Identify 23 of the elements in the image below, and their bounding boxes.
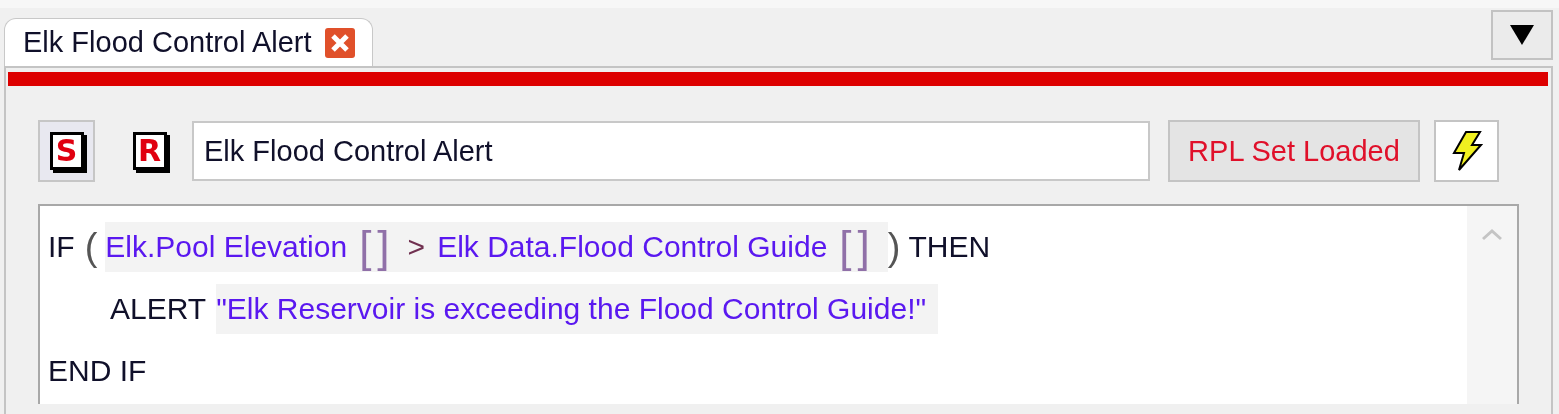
- tab[interactable]: Elk Flood Control Alert: [4, 18, 373, 66]
- run-button[interactable]: [1434, 120, 1499, 182]
- unit-brackets[interactable]: []: [839, 222, 888, 272]
- string-literal[interactable]: "Elk Reservoir is exceeding the Flood Control Guide!": [216, 284, 939, 334]
- name-field[interactable]: Elk Flood Control Alert: [192, 121, 1150, 181]
- dropdown-button[interactable]: [1491, 10, 1553, 60]
- close-icon[interactable]: [323, 26, 356, 59]
- operator: >: [407, 222, 438, 272]
- unit-brackets[interactable]: []: [359, 222, 408, 272]
- toggle-button[interactable]: S: [38, 120, 95, 182]
- parenthesis: ): [887, 224, 902, 270]
- keyword: IF: [48, 229, 76, 265]
- keyword: ALERT: [110, 291, 208, 327]
- status-button[interactable]: RPL Set Loaded: [1168, 120, 1420, 182]
- toggle-button[interactable]: R: [121, 120, 178, 182]
- code-editor[interactable]: IF ( Elk.Pool Elevation [] > Elk Data.Flood Control Guide [] ) THEN ALERT "Elk Reservoir is exceeding the Flood Control Guide!" END IF: [38, 204, 1519, 404]
- scrollbar[interactable]: [1467, 206, 1517, 404]
- parenthesis: (: [84, 224, 99, 270]
- keyword: THEN: [908, 229, 992, 265]
- expression[interactable]: Elk.Pool Elevation: [105, 222, 360, 272]
- keyword: END IF: [48, 353, 148, 389]
- caret-icon: [1510, 25, 1534, 45]
- expression[interactable]: Elk Data.Flood Control Guide: [437, 222, 840, 272]
